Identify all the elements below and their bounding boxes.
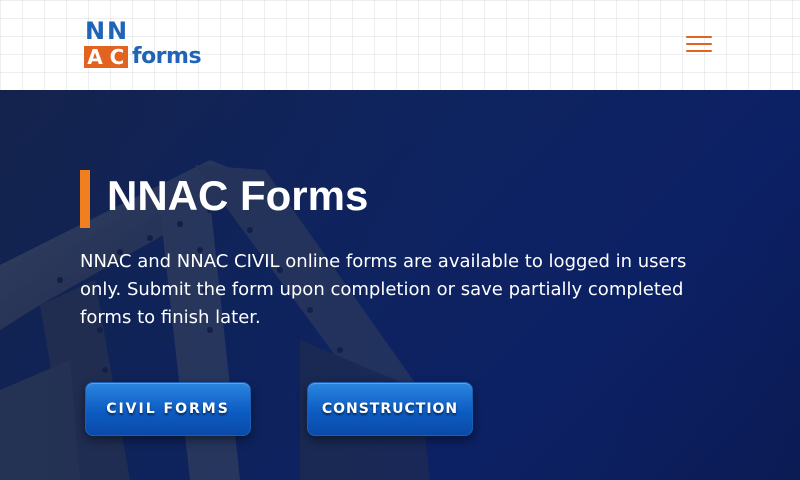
- logo-word: forms: [132, 44, 202, 69]
- menu-line: [686, 36, 712, 38]
- logo-letter-n: N: [84, 20, 106, 42]
- title-accent-bar: [80, 170, 90, 228]
- hero-section: NNAC Forms NNAC and NNAC CIVIL online fo…: [0, 90, 800, 480]
- logo-letter-a: A: [84, 46, 106, 68]
- menu-line: [686, 43, 712, 45]
- hamburger-menu-icon[interactable]: [684, 33, 714, 55]
- hero-description: NNAC and NNAC CIVIL online forms are ava…: [80, 251, 687, 328]
- logo-letter-n: N: [106, 20, 128, 42]
- menu-line: [686, 50, 712, 52]
- nnac-forms-logo[interactable]: N N A C forms: [84, 20, 204, 70]
- civil-forms-button[interactable]: CIVIL FORMS: [85, 382, 251, 436]
- site-header: N N A C forms: [0, 0, 800, 90]
- page-title: NNAC Forms: [107, 172, 369, 219]
- logo-letter-c: C: [106, 46, 128, 68]
- construction-button[interactable]: CONSTRUCTION: [307, 382, 473, 436]
